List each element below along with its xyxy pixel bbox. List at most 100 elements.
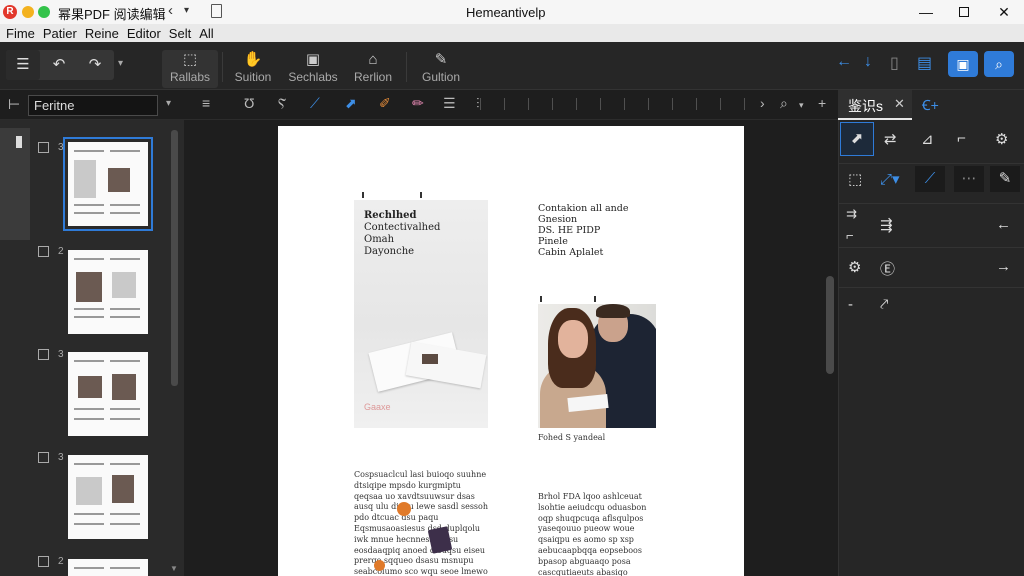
hamburger-icon[interactable]: ≡ [202, 95, 210, 111]
page-thumbnail[interactable] [68, 455, 148, 539]
hand-tool-button[interactable]: ✋ Suition [228, 50, 278, 88]
window-minimize-button[interactable]: — [906, 0, 946, 24]
menu-item-file[interactable]: Fime [6, 26, 35, 41]
sidebar-scrollbar[interactable] [171, 130, 178, 386]
text-cursor-icon[interactable]: Ⲋ [278, 95, 286, 112]
pen-tool-button[interactable]: ✎ Gultion [416, 50, 466, 88]
view-button-group: ☰ ↶ ↷ [6, 50, 114, 80]
stroke-icon[interactable]: ⟋ [915, 166, 945, 192]
ruler [480, 98, 760, 110]
left-heading-block[interactable]: Rechlhed Contectivalhed Omah Dayonche [364, 210, 440, 258]
menu-item-reine[interactable]: Reine [85, 26, 119, 41]
text-select-icon[interactable]: ⬚ [848, 170, 862, 188]
pencil-icon[interactable]: ✎ [990, 166, 1020, 192]
menu-item-editor[interactable]: Editor [127, 26, 161, 41]
thumbnail-checkbox[interactable] [38, 349, 49, 360]
line-tool-icon[interactable]: ⟋ [310, 95, 320, 112]
page-margin-mark [540, 296, 542, 302]
page-thumbnail[interactable] [68, 352, 148, 436]
document-photo-couple[interactable] [538, 304, 656, 428]
gear-icon[interactable]: ⚙ [995, 130, 1008, 148]
left-body-text[interactable]: Cospsuaclcul lasi buioqo suuhne dtsiqipe… [354, 470, 490, 576]
arrow-left-icon[interactable]: ← [996, 216, 1011, 233]
read-mode-button[interactable]: ▣ [948, 51, 978, 77]
menu-bar: Fime Patier Reine Editor Selt All [0, 24, 1024, 42]
bookmark-icon[interactable] [16, 136, 22, 148]
add-text-icon[interactable]: Ꞓ+ [922, 96, 939, 115]
stamp-tool-button[interactable]: ⌂ Rerlion [348, 50, 398, 88]
edit-box-icon[interactable]: ⬈ [345, 95, 357, 112]
menu-item-selt[interactable]: Selt [169, 26, 191, 41]
chevron-right-icon[interactable]: › [760, 95, 765, 111]
marker-icon[interactable]: ✏ [412, 95, 424, 112]
back-chevron-icon[interactable]: ‹ [168, 2, 173, 19]
arrow-down-icon[interactable]: ↓ [864, 53, 872, 71]
shape-icon[interactable]: ⌐ [957, 130, 966, 147]
crop-icon[interactable]: ⊿ [921, 130, 934, 148]
edit-line-icon[interactable]: ⇄ [884, 130, 897, 148]
frame-icon[interactable]: ⌐ [846, 228, 854, 243]
resize-icon[interactable]: ⤤ [880, 296, 888, 313]
chevron-down-icon[interactable]: ▾ [799, 100, 804, 111]
paper-shape [422, 354, 438, 364]
undo-icon[interactable]: ↶ [42, 50, 76, 80]
text-size-icon[interactable]: ⫶ [476, 95, 480, 112]
settings-icon[interactable]: ⚙ [848, 258, 861, 276]
window-maximize-button[interactable] [944, 0, 984, 24]
page-thumbnail-selected[interactable] [63, 137, 153, 231]
page-icon[interactable]: ▯ [890, 53, 899, 73]
menu-item-patier[interactable]: Patier [43, 26, 77, 41]
toolbar-more-chevron-icon[interactable]: ▾ [118, 58, 123, 69]
document-scrollbar[interactable] [826, 276, 834, 374]
search-button[interactable]: ⌕ [984, 51, 1014, 77]
right-heading-block[interactable]: Contakion all ande Gnesion DS. HE PIDP P… [538, 203, 629, 258]
comment-tool-button[interactable]: ▣ Sechlabs [284, 50, 342, 88]
distribute-icon[interactable]: ⇶ [880, 216, 893, 234]
arrow-left-icon[interactable]: ← [836, 53, 852, 71]
arrange-icon[interactable]: ⇉ [846, 206, 857, 222]
orange-dot-annotation[interactable] [397, 502, 411, 516]
close-icon[interactable]: ✕ [894, 96, 905, 112]
zoom-search-icon[interactable]: ⌕ [780, 95, 788, 112]
page-thumbnail[interactable] [68, 559, 148, 576]
layout-icon[interactable]: ▤ [917, 53, 932, 73]
page-thumbnail[interactable] [68, 250, 148, 334]
align-icon[interactable]: ☰ [443, 95, 456, 112]
thumbnail-checkbox[interactable] [38, 142, 49, 153]
minus-icon[interactable]: - [848, 296, 853, 313]
add-icon[interactable]: + [818, 95, 826, 111]
right-heading-line: Gnesion [538, 214, 578, 225]
dash-style-icon[interactable]: ⋯ [954, 166, 984, 192]
highlighter-icon[interactable]: ✐ [379, 95, 391, 112]
edit-text-icon[interactable]: Ⓔ [880, 258, 895, 279]
stamp-icon: ⌂ [368, 51, 378, 68]
select-tool-button[interactable]: ⬚ Rallabs [162, 50, 218, 88]
scroll-down-arrow-icon[interactable]: ▼ [170, 564, 178, 573]
window-title: Hemeantivelp [466, 5, 546, 20]
arrow-right-icon[interactable]: → [996, 258, 1011, 275]
photo-caption: Fohed S yandeal [538, 433, 606, 442]
menu-item-all[interactable]: All [199, 26, 213, 41]
lasso-icon[interactable]: Ʊ [244, 95, 254, 111]
chevron-down-icon[interactable]: ▾ [166, 98, 171, 109]
thumbnail-checkbox[interactable] [38, 556, 49, 567]
redo-icon[interactable]: ↷ [78, 50, 112, 80]
list-icon[interactable]: ☰ [6, 50, 40, 80]
stamp-tool-label: Rerlion [353, 70, 392, 84]
right-heading-line: DS. HE PIDP [538, 225, 601, 236]
chevron-down-icon[interactable]: ▾ [184, 5, 189, 16]
pdf-page[interactable] [278, 126, 744, 576]
zoom-dot-icon[interactable] [38, 6, 50, 18]
minimize-dot-icon[interactable] [22, 6, 34, 18]
thumbnail-checkbox[interactable] [38, 452, 49, 463]
orange-dot-annotation[interactable] [374, 560, 385, 571]
document-icon[interactable] [211, 4, 222, 18]
window-close-button[interactable]: ✕ [984, 0, 1024, 24]
right-body-text[interactable]: Brhol FDA lqoo ashlceuat lsohtie aeiudcq… [538, 492, 662, 576]
sidebar-view-select[interactable]: Feritne [28, 95, 158, 116]
line-color-icon[interactable]: ⤢▾ [880, 170, 900, 188]
pen-tool-label: Gultion [421, 70, 461, 84]
thumbnail-checkbox[interactable] [38, 246, 49, 257]
outline-icon[interactable]: ⊢ [8, 96, 24, 113]
draw-frame-icon[interactable]: ⬈ [840, 122, 874, 156]
